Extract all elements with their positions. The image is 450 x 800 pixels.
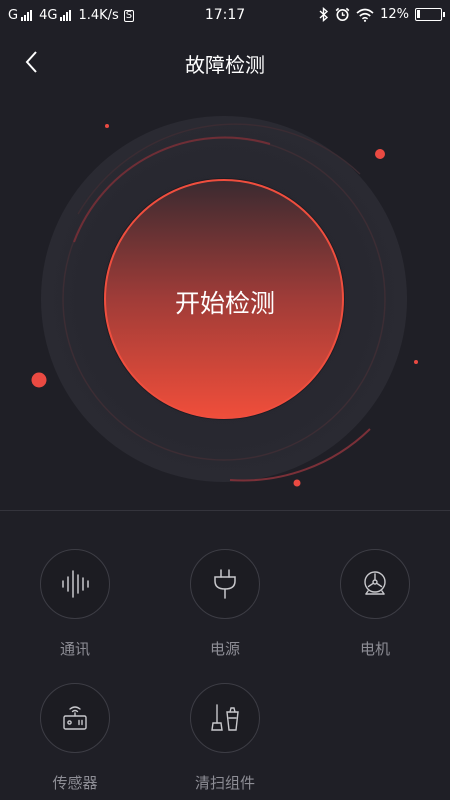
status-bar: G 4G 1.4K/s S 17:17 12% (0, 0, 450, 32)
category-motor[interactable]: 电机 (300, 511, 450, 658)
decor-dot (31, 372, 47, 388)
motor-icon (364, 571, 386, 595)
category-sensor[interactable]: 传感器 (0, 645, 150, 792)
decor-dot (375, 149, 385, 159)
alarm-icon (335, 7, 350, 21)
cleaning-icon (211, 704, 239, 731)
header: 故障检测 (0, 40, 450, 84)
category-cleaning[interactable]: 清扫组件 (150, 645, 300, 792)
category-label: 清扫组件 (194, 774, 255, 792)
page-title: 故障检测 (185, 53, 265, 77)
category-icon-circle (340, 549, 410, 619)
category-icon-circle (190, 683, 260, 753)
category-grid: 通讯 电源 电机 传感器 清扫组件 (0, 511, 450, 800)
category-icon-circle (40, 683, 110, 753)
category-power[interactable]: 电源 (150, 511, 300, 658)
battery-percent: 12% (380, 7, 409, 22)
category-icon-circle (40, 549, 110, 619)
wifi-icon (356, 8, 374, 22)
decor-dot (105, 124, 109, 128)
category-icon-circle (190, 549, 260, 619)
sensor-icon (63, 706, 87, 730)
detection-hero: 开始检测 (0, 84, 450, 509)
screen: G 4G 1.4K/s S 17:17 12% 故障检测 开始检测 通讯 电源 … (0, 0, 450, 800)
bluetooth-icon (319, 7, 329, 22)
decor-dot (414, 360, 418, 364)
start-detection-button[interactable] (104, 180, 344, 420)
category-label: 电机 (359, 640, 390, 658)
category-label: 传感器 (52, 774, 98, 792)
decor-dot (293, 479, 301, 487)
waveform-icon (62, 570, 89, 598)
battery-icon (415, 8, 445, 21)
plug-icon (214, 569, 236, 599)
category-communication[interactable]: 通讯 (0, 511, 150, 658)
